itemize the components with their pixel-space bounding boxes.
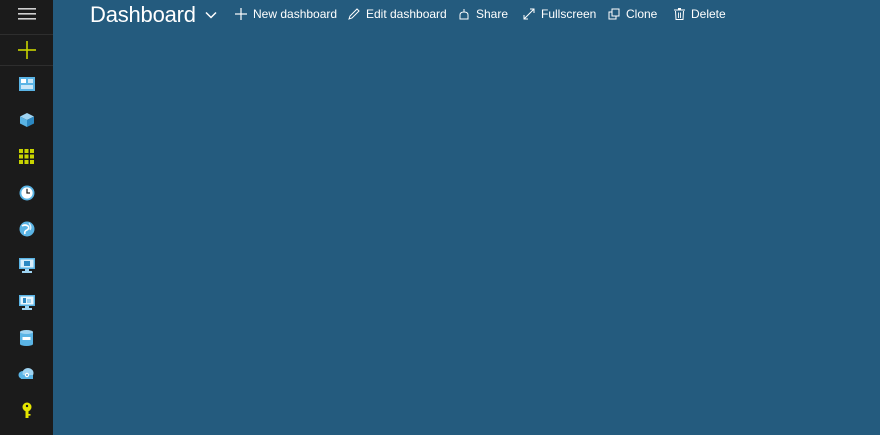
- sidebar-item-key-vaults[interactable]: [0, 395, 53, 425]
- page-title: Dashboard: [90, 2, 196, 27]
- dashboard-icon: [18, 77, 35, 91]
- dashboard-canvas: [53, 30, 880, 435]
- virtual-machine-icon: [18, 257, 35, 273]
- chevron-down-icon: [205, 11, 217, 19]
- pencil-icon: [347, 7, 361, 21]
- edit-dashboard-label: Edit dashboard: [366, 7, 447, 21]
- clone-label: Clone: [626, 7, 658, 21]
- cloud-service-icon: [18, 368, 34, 379]
- sidebar-item-resources[interactable]: [0, 105, 53, 135]
- delete-button[interactable]: Delete: [672, 5, 726, 23]
- sidebar-item-sql-databases[interactable]: [0, 323, 53, 353]
- share-label: Share: [476, 7, 509, 21]
- clone-icon: [607, 7, 621, 21]
- key-icon: [22, 402, 31, 418]
- sql-database-icon: [20, 330, 33, 346]
- new-dashboard-label: New dashboard: [253, 7, 338, 21]
- hamburger-icon: [17, 8, 36, 20]
- sidebar-item-monitor[interactable]: [0, 287, 53, 317]
- grid-icon: [19, 148, 34, 164]
- expand-icon: [522, 7, 536, 21]
- clock-icon: [19, 185, 34, 201]
- dashboard-selector[interactable]: Dashboard: [90, 1, 217, 29]
- trash-icon: [672, 7, 686, 21]
- fullscreen-button[interactable]: Fullscreen: [522, 5, 596, 23]
- sidebar-item-app-services[interactable]: [0, 214, 53, 244]
- clone-button[interactable]: Clone: [607, 5, 657, 23]
- portal-app: Dashboard New dashboard Edit dashboard S…: [0, 0, 880, 435]
- share-button[interactable]: Share: [457, 5, 508, 23]
- monitor-icon: [18, 294, 35, 310]
- sidebar-item-all-services[interactable]: [0, 141, 53, 171]
- edit-dashboard-button[interactable]: Edit dashboard: [347, 5, 447, 23]
- new-resource-button[interactable]: [0, 34, 53, 66]
- sidebar-item-recent[interactable]: [0, 178, 53, 208]
- plus-icon: [234, 7, 248, 21]
- menu-button[interactable]: [0, 0, 53, 28]
- left-nav-rail: [0, 0, 53, 435]
- new-dashboard-button[interactable]: New dashboard: [234, 5, 337, 23]
- sidebar-item-dashboard[interactable]: [0, 69, 53, 99]
- share-icon: [457, 7, 471, 21]
- resource-cube-icon: [19, 113, 34, 127]
- delete-label: Delete: [691, 7, 726, 21]
- new-plus-icon: [17, 41, 36, 59]
- fullscreen-label: Fullscreen: [541, 7, 597, 21]
- sidebar-item-virtual-machines[interactable]: [0, 250, 53, 280]
- sidebar-item-cloud-services[interactable]: [0, 359, 53, 389]
- globe-icon: [19, 221, 34, 237]
